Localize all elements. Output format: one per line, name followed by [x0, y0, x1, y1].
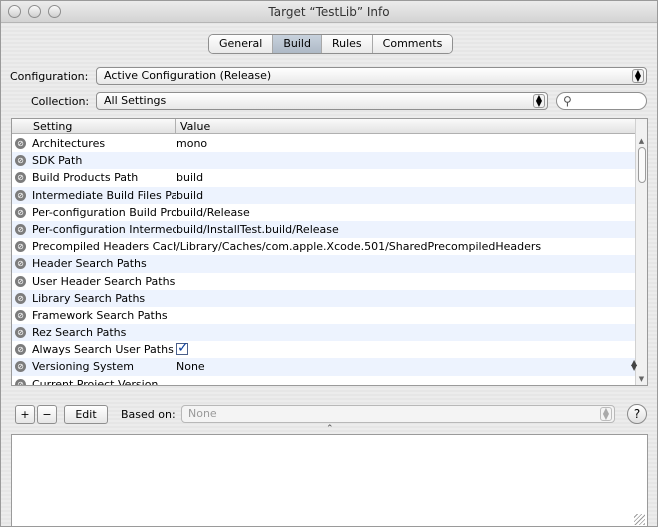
table-row[interactable]: ⊘ Header Search Paths	[12, 255, 636, 273]
setting-name: Versioning System	[32, 360, 134, 374]
setting-info-icon[interactable]: ⊘	[15, 361, 26, 373]
resize-grip-icon[interactable]	[634, 514, 645, 525]
window-title: Target “TestLib” Info	[268, 5, 390, 19]
setting-name: Header Search Paths	[32, 257, 147, 271]
setting-name: Build Products Path	[32, 171, 139, 185]
vertical-scrollbar[interactable]: ▲ ▼	[635, 119, 647, 385]
tab-general[interactable]: General	[209, 35, 274, 53]
table-row[interactable]: ⊘ Framework Search Paths	[12, 307, 636, 324]
scroll-down-icon[interactable]: ▼	[636, 375, 647, 383]
table-row[interactable]: ⊘ Current Project Version	[12, 376, 636, 386]
setting-name: Library Search Paths	[32, 291, 146, 305]
table-row[interactable]: ⊘ Precompiled Headers Cache Path/Library/…	[12, 238, 636, 255]
setting-info-icon[interactable]: ⊘	[15, 155, 26, 167]
setting-name: Rez Search Paths	[32, 326, 127, 340]
table-row[interactable]: ⊘ User Header Search Paths	[12, 273, 636, 290]
table-row[interactable]: ⊘ Versioning System None	[12, 358, 636, 376]
splitter-caret-icon[interactable]: ⌃	[326, 424, 334, 434]
setting-info-icon[interactable]: ⊘	[15, 378, 26, 385]
build-settings-table: Setting Value ⊘ Architectures mono ⊘ SDK Pat…	[11, 118, 648, 386]
setting-info-icon[interactable]: ⊘	[15, 223, 26, 235]
table-row[interactable]: ⊘ SDK Path	[12, 152, 636, 170]
table-row[interactable]: ⊘ Library Search Paths	[12, 289, 636, 307]
tab-bar: General Build Rules Comments	[208, 34, 454, 54]
setting-value[interactable]: build/Release	[176, 204, 250, 221]
remove-setting-button[interactable]: −	[37, 405, 57, 424]
tab-rules[interactable]: Rules	[321, 35, 373, 53]
info-window: Target “TestLib” Info General Build Rule…	[0, 0, 658, 527]
setting-info-icon[interactable]: ⊘	[15, 138, 26, 149]
tab-comments[interactable]: Comments	[372, 35, 453, 53]
setting-name: Per-configuration Intermediate Build Fil…	[32, 222, 176, 236]
value-stepper-icon[interactable]: ▲ ▼	[631, 359, 637, 372]
setting-value[interactable]	[176, 341, 188, 358]
collection-value: All Settings	[104, 94, 167, 107]
setting-name: Precompiled Headers Cache Path	[32, 240, 176, 254]
title-bar: Target “TestLib” Info	[1, 1, 657, 23]
help-button[interactable]: ?	[627, 404, 647, 424]
setting-value[interactable]: /Library/Caches/com.apple.Xcode.501/Shar…	[176, 238, 541, 255]
table-header: Setting Value	[12, 119, 636, 134]
based-on-popup[interactable]: None ▲ ▼	[181, 405, 615, 423]
setting-info-icon[interactable]: ⊘	[15, 258, 26, 270]
configuration-label: Configuration:	[10, 70, 89, 83]
setting-value[interactable]: mono	[176, 135, 207, 152]
setting-name: Current Project Version	[32, 377, 159, 386]
column-header-setting[interactable]: Setting	[33, 119, 72, 134]
popup-arrows-icon: ▲ ▼	[632, 69, 644, 83]
setting-value[interactable]: None	[176, 358, 205, 375]
setting-info-icon[interactable]: ⊘	[15, 292, 26, 304]
table-row[interactable]: ⊘ Build Products Path build	[12, 169, 636, 186]
column-header-value[interactable]: Value	[175, 119, 210, 134]
setting-info-icon[interactable]: ⊘	[15, 327, 26, 339]
setting-name: Framework Search Paths	[32, 308, 168, 322]
setting-name: User Header Search Paths	[32, 274, 176, 288]
table-row[interactable]: ⊘ Intermediate Build Files Path build	[12, 186, 636, 204]
configuration-value: Active Configuration (Release)	[104, 69, 272, 82]
setting-info-icon[interactable]: ⊘	[15, 275, 26, 287]
scroll-thumb[interactable]	[638, 147, 646, 183]
checkbox[interactable]	[176, 341, 188, 357]
search-field[interactable]: ⚲	[556, 92, 647, 110]
setting-info-icon[interactable]: ⊘	[15, 189, 26, 201]
popup-arrows-icon: ▲ ▼	[533, 94, 545, 108]
setting-value[interactable]: build	[176, 187, 203, 204]
table-row[interactable]: ⊘ Rez Search Paths	[12, 324, 636, 342]
description-pane	[11, 434, 648, 526]
table-row[interactable]: ⊘ Architectures mono	[12, 135, 636, 152]
setting-info-icon[interactable]: ⊘	[15, 241, 26, 253]
setting-name: Intermediate Build Files Path	[32, 188, 176, 202]
scroll-up-icon[interactable]: ▲	[636, 137, 647, 145]
edit-button[interactable]: Edit	[64, 405, 108, 424]
add-setting-button[interactable]: +	[15, 405, 35, 424]
setting-name: Always Search User Paths	[32, 343, 174, 357]
popup-arrows-icon: ▲ ▼	[600, 407, 612, 421]
setting-name: SDK Path	[32, 154, 83, 168]
tab-build[interactable]: Build	[273, 35, 322, 53]
setting-name: Per-configuration Build Products Path	[32, 205, 176, 219]
setting-name: Architectures	[32, 137, 106, 150]
search-icon: ⚲	[563, 94, 572, 108]
collection-label: Collection:	[31, 95, 90, 108]
collection-popup[interactable]: All Settings ▲ ▼	[96, 92, 548, 110]
based-on-label: Based on:	[121, 408, 176, 421]
setting-value[interactable]: build	[176, 169, 203, 186]
configuration-popup[interactable]: Active Configuration (Release) ▲ ▼	[96, 67, 647, 85]
based-on-value: None	[188, 407, 217, 420]
table-row[interactable]: ⊘ Always Search User Paths	[12, 341, 636, 358]
table-row[interactable]: ⊘ Per-configuration Build Products Pathbu…	[12, 204, 636, 221]
setting-info-icon[interactable]: ⊘	[15, 344, 26, 356]
table-body: ⊘ Architectures mono ⊘ SDK Path ⊘ Build Produc…	[12, 135, 636, 386]
setting-value[interactable]: build/InstallTest.build/Release	[176, 221, 339, 238]
setting-info-icon[interactable]: ⊘	[15, 206, 26, 218]
setting-info-icon[interactable]: ⊘	[15, 309, 26, 321]
table-row[interactable]: ⊘ Per-configuration Intermediate Build Fi…	[12, 220, 636, 239]
setting-info-icon[interactable]: ⊘	[15, 172, 26, 184]
